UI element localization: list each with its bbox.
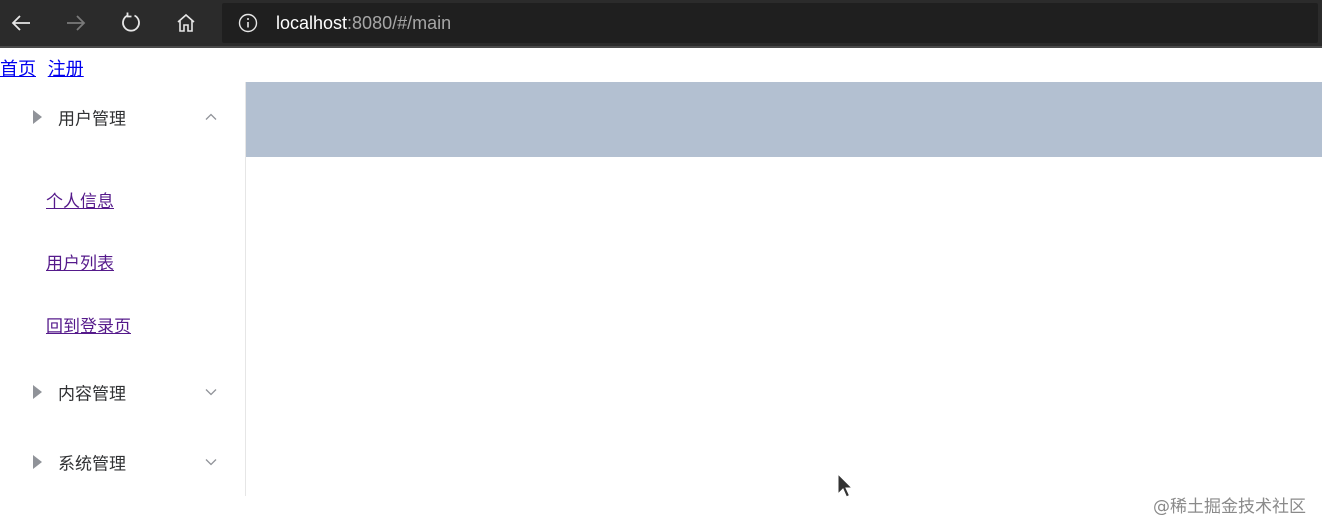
back-to-login-link[interactable]: 回到登录页 xyxy=(46,317,131,337)
caret-right-icon xyxy=(33,455,42,469)
refresh-button[interactable] xyxy=(115,7,147,39)
forward-arrow-icon xyxy=(67,15,86,31)
home-icon xyxy=(177,13,195,32)
chevron-down-icon xyxy=(205,459,217,466)
url-host: localhost xyxy=(276,13,348,33)
address-url[interactable]: localhost:8080/#/main xyxy=(276,11,451,35)
watermark: @稀土掘金技术社区 xyxy=(1153,497,1306,517)
home-button[interactable] xyxy=(170,7,202,39)
chevron-down-icon xyxy=(205,389,217,396)
refresh-icon xyxy=(122,12,140,32)
sidebar-menu: 用户管理 个人信息 用户列表 回到登录页 内容管理 系统管理 xyxy=(0,82,246,496)
info-icon[interactable] xyxy=(238,13,258,33)
browser-toolbar: localhost:8080/#/main xyxy=(0,0,1322,48)
register-link[interactable]: 注册 xyxy=(48,59,84,80)
mouse-cursor-icon xyxy=(837,472,854,498)
back-button[interactable] xyxy=(5,7,37,39)
menu-system-management[interactable]: 系统管理 xyxy=(0,434,245,490)
caret-right-icon xyxy=(33,385,42,399)
menu-title-label: 用户管理 xyxy=(58,109,126,130)
menu-user-management[interactable]: 用户管理 xyxy=(0,89,245,145)
profile-link[interactable]: 个人信息 xyxy=(46,192,114,212)
main-header xyxy=(246,82,1322,157)
submenu-item-profile: 个人信息 xyxy=(46,190,114,214)
submenu-item-user-list: 用户列表 xyxy=(46,252,114,276)
menu-content-management[interactable]: 内容管理 xyxy=(0,364,245,420)
user-list-link[interactable]: 用户列表 xyxy=(46,254,114,274)
menu-title-label: 内容管理 xyxy=(58,384,126,405)
submenu-item-back-to-login: 回到登录页 xyxy=(46,315,131,339)
url-path: :8080/#/main xyxy=(347,13,452,33)
back-arrow-icon xyxy=(11,15,30,31)
top-nav: 首页 注册 xyxy=(0,58,84,82)
caret-right-icon xyxy=(33,110,42,124)
chevron-up-icon xyxy=(205,113,217,120)
home-link[interactable]: 首页 xyxy=(0,59,36,80)
forward-button[interactable] xyxy=(60,7,92,39)
menu-title-label: 系统管理 xyxy=(58,454,126,475)
